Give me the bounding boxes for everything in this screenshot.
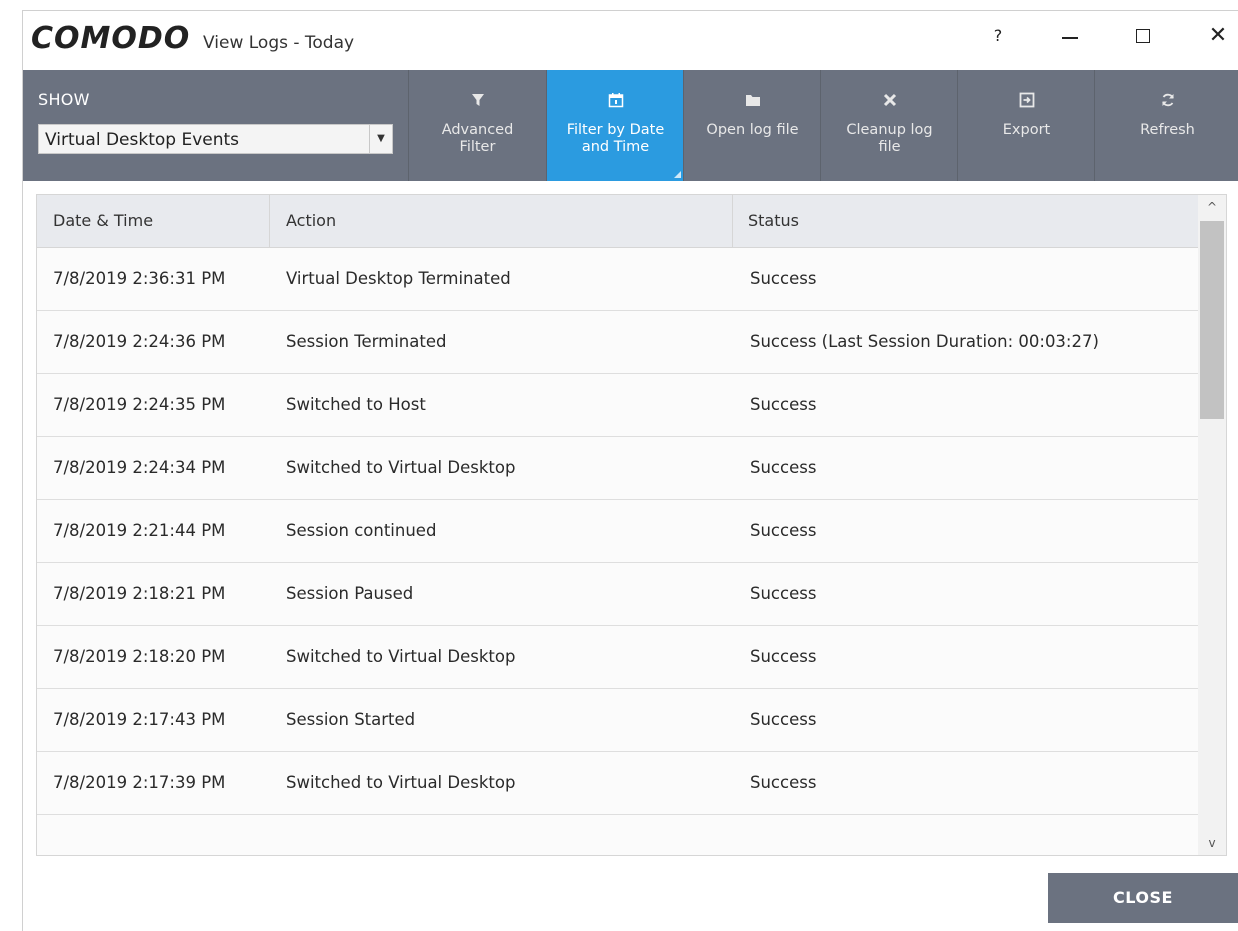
table-body: 7/8/2019 2:36:31 PM Virtual Desktop Term… [37, 248, 1198, 855]
dropdown-corner-icon [674, 171, 681, 178]
cell-action: Session Terminated [286, 332, 447, 351]
refresh-icon [1095, 92, 1238, 110]
cell-action: Session Started [286, 710, 416, 729]
log-table: Date & Time Action Status 7/8/2019 2:36:… [36, 194, 1227, 856]
filter-by-date-button[interactable]: Filter by Date and Time [546, 70, 684, 181]
table-header: Date & Time Action Status [37, 195, 1198, 248]
cell-date-time: 7/8/2019 2:18:21 PM [53, 584, 226, 603]
table-row[interactable]: 7/8/2019 2:18:21 PM Session Paused Succe… [37, 563, 1198, 626]
table-row[interactable]: 7/8/2019 2:17:39 PM Switched to Virtual … [37, 752, 1198, 815]
minimize-icon [1062, 37, 1078, 39]
cleanup-log-file-button[interactable]: Cleanup log file [820, 70, 958, 181]
help-button[interactable]: ? [983, 23, 1013, 49]
header-status[interactable]: Status [748, 195, 799, 247]
close-window-button[interactable]: ✕ [1203, 23, 1233, 49]
title-bar: COMODO View Logs - Today ? ✕ [23, 11, 1238, 70]
cell-date-time: 7/8/2019 2:21:44 PM [53, 521, 226, 540]
window-title: View Logs - Today [203, 33, 355, 53]
cell-action: Session Paused [286, 584, 414, 603]
export-button[interactable]: Export [957, 70, 1095, 181]
cell-date-time: 7/8/2019 2:17:39 PM [53, 773, 226, 792]
view-logs-window: COMODO View Logs - Today ? ✕ SHOW Virtua… [22, 10, 1238, 931]
show-dropdown[interactable]: Virtual Desktop Events ▼ [38, 124, 393, 154]
cell-date-time: 7/8/2019 2:24:36 PM [53, 332, 226, 351]
table-row[interactable]: 7/8/2019 2:18:20 PM Switched to Virtual … [37, 626, 1198, 689]
cell-status: Success [750, 521, 817, 540]
cell-action: Session continued [286, 521, 437, 540]
cell-status: Success [750, 584, 817, 603]
cell-status: Success [750, 458, 817, 477]
dropdown-arrow-icon[interactable]: ▼ [369, 125, 392, 153]
column-divider[interactable] [269, 195, 270, 247]
cell-date-time: 7/8/2019 2:18:20 PM [53, 647, 226, 666]
table-row[interactable]: 7/8/2019 2:24:35 PM Switched to Host Suc… [37, 374, 1198, 437]
header-action[interactable]: Action [286, 195, 336, 247]
cell-action: Switched to Virtual Desktop [286, 773, 516, 792]
table-row[interactable]: 7/8/2019 2:24:36 PM Session Terminated S… [37, 311, 1198, 374]
scroll-down-icon[interactable]: v [1198, 831, 1226, 855]
cleanup-log-file-label: Cleanup log file [846, 122, 933, 155]
cell-status: Success [750, 269, 817, 288]
cell-status: Success (Last Session Duration: 00:03:27… [750, 332, 1099, 351]
advanced-filter-label: Advanced Filter [441, 122, 514, 155]
cell-date-time: 7/8/2019 2:24:35 PM [53, 395, 226, 414]
filter-by-date-label: Filter by Date and Time [566, 122, 665, 155]
header-date-time[interactable]: Date & Time [53, 195, 153, 247]
maximize-icon [1136, 29, 1150, 43]
x-icon [821, 92, 958, 110]
refresh-button[interactable]: Refresh [1094, 70, 1238, 181]
close-button[interactable]: CLOSE [1048, 873, 1238, 923]
show-dropdown-value: Virtual Desktop Events [45, 130, 240, 150]
open-log-file-label: Open log file [706, 122, 799, 138]
cell-action: Switched to Virtual Desktop [286, 458, 516, 477]
calendar-icon [547, 92, 684, 110]
show-section: SHOW Virtual Desktop Events ▼ [23, 70, 408, 181]
table-row[interactable]: 7/8/2019 2:24:34 PM Switched to Virtual … [37, 437, 1198, 500]
maximize-button[interactable] [1128, 23, 1158, 49]
table-row[interactable]: 7/8/2019 2:17:43 PM Session Started Succ… [37, 689, 1198, 752]
export-label: Export [1002, 122, 1051, 138]
cell-action: Switched to Host [286, 395, 426, 414]
table-row[interactable]: 7/8/2019 2:36:31 PM Virtual Desktop Term… [37, 248, 1198, 311]
cell-status: Success [750, 647, 817, 666]
vertical-scrollbar[interactable]: ^ v [1198, 195, 1226, 855]
cell-status: Success [750, 395, 817, 414]
filter-icon [409, 92, 546, 110]
table-row[interactable] [37, 815, 1198, 855]
cell-status: Success [750, 710, 817, 729]
cell-date-time: 7/8/2019 2:36:31 PM [53, 269, 226, 288]
minimize-button[interactable] [1055, 23, 1085, 49]
table-row[interactable]: 7/8/2019 2:21:44 PM Session continued Su… [37, 500, 1198, 563]
folder-icon [684, 92, 821, 110]
cell-date-time: 7/8/2019 2:17:43 PM [53, 710, 226, 729]
scroll-up-icon[interactable]: ^ [1198, 195, 1226, 219]
toolbar: SHOW Virtual Desktop Events ▼ Advanced F… [23, 70, 1238, 181]
open-log-file-button[interactable]: Open log file [683, 70, 821, 181]
export-icon [958, 92, 1095, 110]
column-divider[interactable] [732, 195, 733, 247]
show-label: SHOW [38, 90, 90, 109]
cell-action: Virtual Desktop Terminated [286, 269, 511, 288]
refresh-label: Refresh [1140, 122, 1195, 138]
comodo-logo: COMODO [31, 21, 191, 56]
advanced-filter-button[interactable]: Advanced Filter [408, 70, 546, 181]
cell-action: Switched to Virtual Desktop [286, 647, 516, 666]
scrollbar-thumb[interactable] [1200, 221, 1224, 419]
cell-status: Success [750, 773, 817, 792]
cell-date-time: 7/8/2019 2:24:34 PM [53, 458, 226, 477]
